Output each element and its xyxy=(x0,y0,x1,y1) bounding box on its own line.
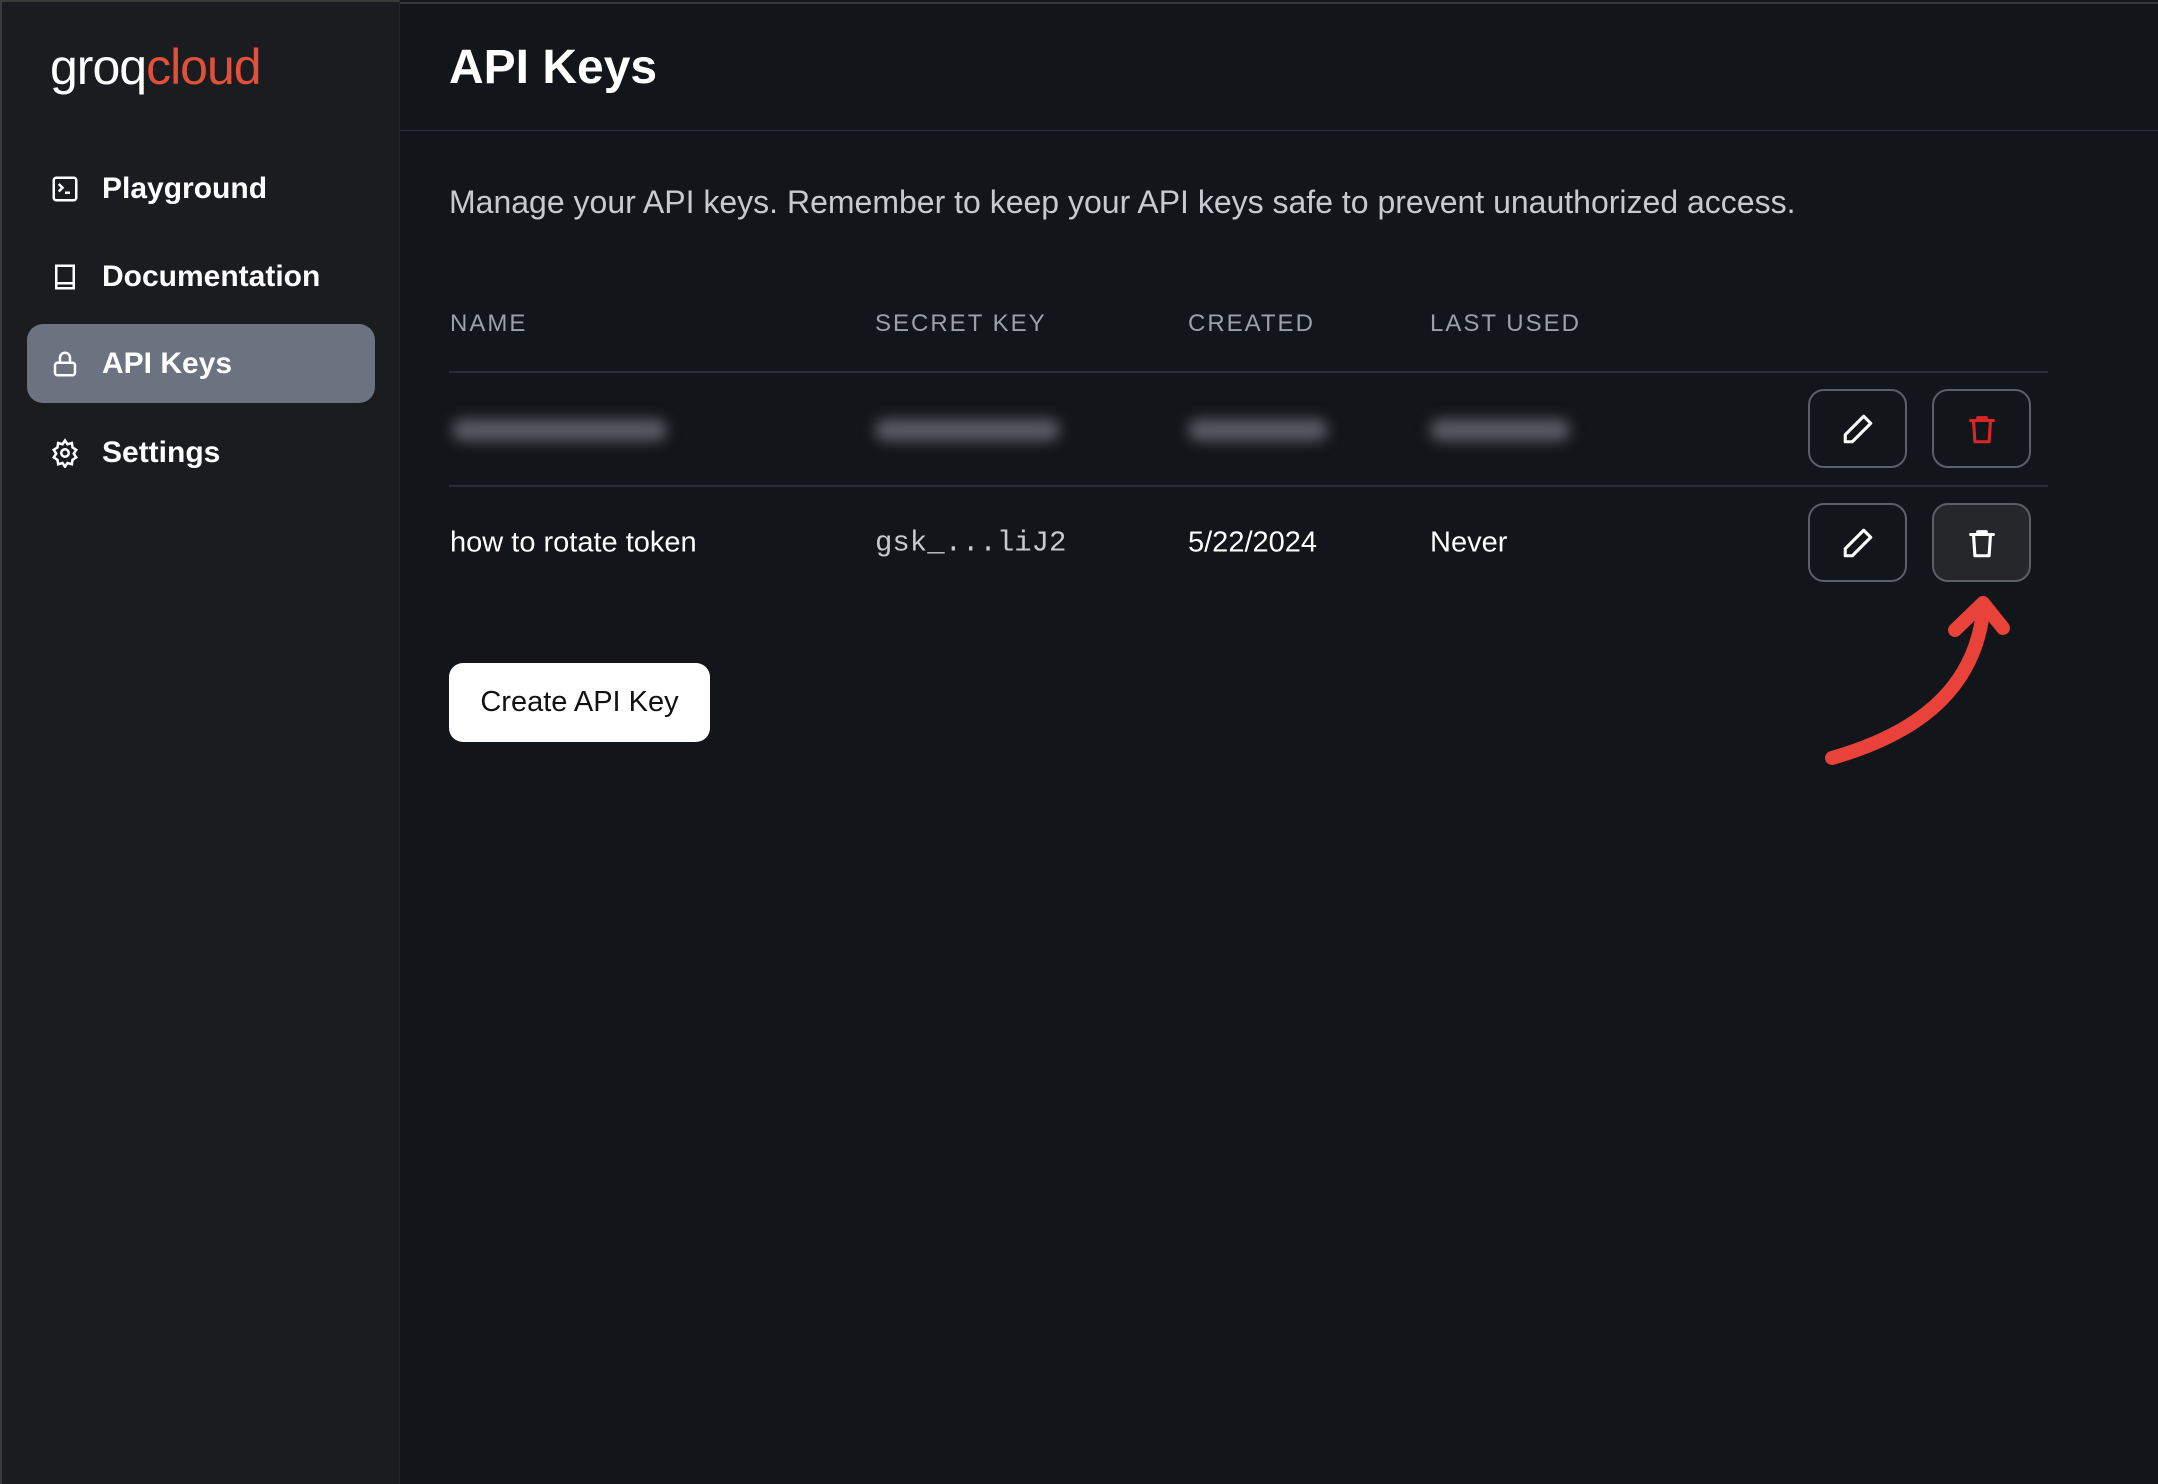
groqcloud-logo[interactable]: groqcloud xyxy=(50,38,262,96)
blurred-last-used xyxy=(1430,419,1570,441)
last-used: Never xyxy=(1430,526,1508,559)
column-header-name: NAME xyxy=(450,310,528,337)
created-date: 5/22/2024 xyxy=(1188,526,1318,559)
divider xyxy=(449,485,2048,487)
logo-cloud: cloud xyxy=(146,39,262,95)
create-api-key-button[interactable]: Create API Key xyxy=(449,663,710,742)
sidebar-item-label: Settings xyxy=(102,435,221,469)
secret-key: gsk_...liJ2 xyxy=(875,526,1067,560)
delete-button[interactable] xyxy=(1932,503,2031,582)
column-header-last-used: LAST USED xyxy=(1430,310,1581,337)
column-header-created: CREATED xyxy=(1188,310,1315,337)
trash-icon xyxy=(1968,529,1995,557)
gear-icon xyxy=(52,437,78,468)
divider xyxy=(449,371,2048,373)
terminal-icon xyxy=(52,176,78,201)
pencil-icon xyxy=(1843,528,1872,557)
logo-groq: groq xyxy=(50,39,147,95)
page-description: Manage your API keys. Remember to keep y… xyxy=(449,184,1796,220)
sidebar-item-label: Playground xyxy=(102,171,268,205)
lock-icon xyxy=(53,351,77,376)
sidebar: groqcloud Playground Documentation API K… xyxy=(0,0,400,1484)
edit-button[interactable] xyxy=(1808,503,1907,582)
page-title: API Keys xyxy=(449,41,658,94)
sidebar-item-label: API Keys xyxy=(102,346,233,380)
column-header-secret-key: SECRET KEY xyxy=(875,310,1047,337)
sidebar-item-settings[interactable]: Settings xyxy=(27,413,375,492)
sidebar-item-documentation[interactable]: Documentation xyxy=(27,237,375,316)
blurred-name xyxy=(452,419,667,441)
blurred-created xyxy=(1188,419,1328,441)
trash-icon xyxy=(1968,415,1995,443)
key-name: how to rotate token xyxy=(450,526,697,559)
edit-button[interactable] xyxy=(1808,389,1907,468)
page-header: API Keys xyxy=(400,2,2158,131)
sidebar-item-playground[interactable]: Playground xyxy=(27,149,375,228)
sidebar-item-label: Documentation xyxy=(102,259,321,293)
delete-button[interactable] xyxy=(1932,389,2031,468)
pencil-icon xyxy=(1843,414,1872,443)
book-icon xyxy=(55,264,75,289)
blurred-secret-key xyxy=(875,419,1060,441)
sidebar-item-api-keys[interactable]: API Keys xyxy=(27,324,375,403)
